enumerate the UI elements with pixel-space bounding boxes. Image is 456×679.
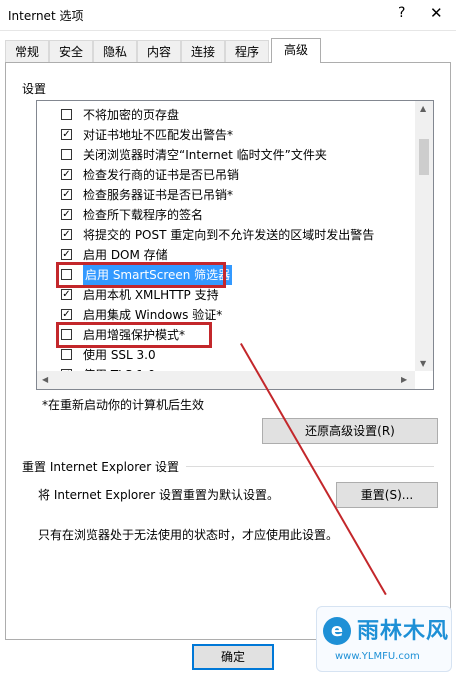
- setting-label: 启用 DOM 存储: [83, 248, 168, 262]
- setting-label: 启用 SmartScreen 筛选器: [83, 265, 233, 285]
- title-bar: Internet 选项 ? ✕: [0, 0, 456, 31]
- tab-programs[interactable]: 程序: [225, 40, 269, 62]
- setting-checkbox[interactable]: [61, 109, 72, 120]
- reset-section-label: 重置 Internet Explorer 设置: [22, 460, 180, 474]
- setting-label: 使用 SSL 3.0: [83, 348, 156, 362]
- window-title: Internet 选项: [8, 9, 84, 23]
- setting-label: 不将加密的页存盘: [83, 108, 180, 122]
- setting-checkbox[interactable]: [61, 269, 72, 280]
- setting-checkbox[interactable]: ✓: [61, 189, 72, 200]
- setting-label: 检查发行商的证书是否已吊销: [83, 168, 240, 182]
- settings-list[interactable]: 不将加密的页存盘 ✓ 对证书地址不匹配发出警告* 关闭浏览器时清空“Internet …: [36, 100, 434, 390]
- setting-checkbox[interactable]: ✓: [61, 289, 72, 300]
- setting-label: 检查所下载程序的签名: [83, 208, 204, 222]
- tab-privacy[interactable]: 隐私: [93, 40, 137, 62]
- reset-description: 将 Internet Explorer 设置重置为默认设置。: [38, 488, 280, 502]
- setting-checkbox[interactable]: ✓: [61, 209, 72, 220]
- setting-label: 启用集成 Windows 验证*: [83, 308, 223, 322]
- tab-connections[interactable]: 连接: [181, 40, 225, 62]
- vertical-scrollbar[interactable]: ▲ ▼: [415, 101, 433, 371]
- settings-group-label: 设置: [22, 82, 47, 96]
- scroll-left-icon[interactable]: ◀: [42, 375, 48, 384]
- reset-button[interactable]: 重置(S)...: [336, 482, 438, 508]
- reset-warning: 只有在浏览器处于无法使用的状态时，才应使用此设置。: [38, 528, 339, 542]
- setting-checkbox[interactable]: [61, 349, 72, 360]
- restore-advanced-settings-button[interactable]: 还原高级设置(R): [262, 418, 438, 444]
- scroll-up-icon[interactable]: ▲: [420, 104, 426, 113]
- setting-label: 对证书地址不匹配发出警告*: [83, 128, 234, 142]
- tab-strip: 常规 安全 隐私 内容 连接 程序 高级: [5, 38, 455, 63]
- tab-general[interactable]: 常规: [5, 40, 49, 62]
- setting-checkbox[interactable]: ✓: [61, 249, 72, 260]
- setting-checkbox[interactable]: ✓: [61, 229, 72, 240]
- setting-label: 启用本机 XMLHTTP 支持: [83, 288, 219, 302]
- setting-label: 将提交的 POST 重定向到不允许发送的区域时发出警告: [83, 228, 375, 242]
- scroll-thumb[interactable]: [419, 139, 429, 175]
- help-button[interactable]: ?: [398, 5, 405, 21]
- setting-label: 检查服务器证书是否已吊销*: [83, 188, 234, 202]
- ok-button[interactable]: 确定: [192, 644, 274, 670]
- restart-footnote: *在重新启动你的计算机后生效: [42, 398, 205, 412]
- setting-checkbox[interactable]: ✓: [61, 129, 72, 140]
- setting-checkbox[interactable]: ✓: [61, 169, 72, 180]
- setting-label: 启用增强保护模式*: [83, 328, 186, 342]
- scroll-right-icon[interactable]: ▶: [401, 375, 407, 384]
- horizontal-scrollbar[interactable]: ◀ ▶: [37, 371, 415, 389]
- setting-checkbox[interactable]: [61, 329, 72, 340]
- tab-advanced[interactable]: 高级: [271, 38, 321, 63]
- setting-checkbox[interactable]: ✓: [61, 309, 72, 320]
- tab-content[interactable]: 内容: [137, 40, 181, 62]
- watermark-e-icon: e: [323, 617, 351, 645]
- close-button[interactable]: ✕: [430, 4, 443, 22]
- scroll-down-icon[interactable]: ▼: [420, 359, 426, 368]
- setting-checkbox[interactable]: [61, 149, 72, 160]
- watermark-text: 雨林木风: [357, 619, 450, 644]
- watermark-logo: e 雨林木风 www.YLMFU.com: [316, 606, 452, 672]
- watermark-url: www.YLMFU.com: [335, 651, 420, 662]
- setting-label: 关闭浏览器时清空“Internet 临时文件”文件夹: [83, 148, 327, 162]
- tab-security[interactable]: 安全: [49, 40, 93, 62]
